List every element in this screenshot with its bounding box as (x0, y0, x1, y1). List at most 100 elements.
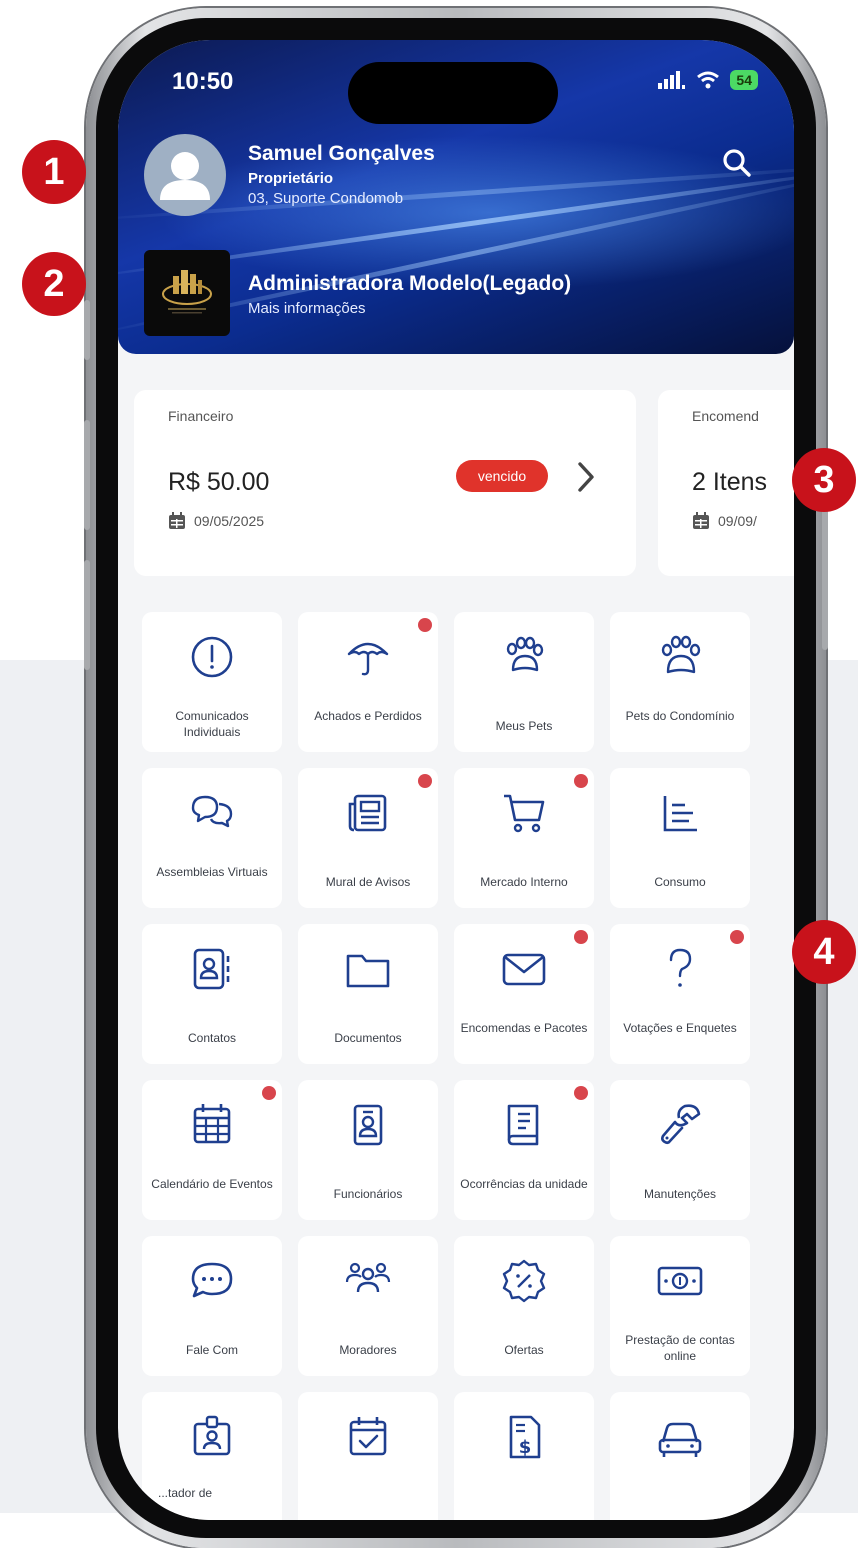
exclamation-circle-icon (187, 632, 237, 682)
menu-tile-label: Funcionários (333, 1187, 403, 1201)
admin-more-info-link[interactable]: Mais informações (248, 300, 366, 317)
partial-tile-label: ...tador de (158, 1486, 213, 1500)
menu-tile-label: Manutenções (643, 1187, 717, 1201)
notification-dot (262, 1086, 276, 1100)
callout-4: 4 (792, 920, 856, 984)
financial-card[interactable]: Financeiro R$ 50.00 vencido 09/05/2025 (134, 390, 636, 576)
packages-date: 09/09/ (692, 512, 757, 530)
packages-card[interactable]: Encomend 2 Itens 09/09/ (658, 390, 794, 576)
menu-tile-label: Fale Com (185, 1343, 238, 1357)
visitor-badge-icon (187, 1412, 237, 1462)
menu-tile[interactable]: Funcionários (298, 1080, 438, 1220)
menu-tile[interactable]: Votações e Enquetes (610, 924, 750, 1064)
status-icons: 54 (658, 70, 758, 90)
menu-tile[interactable]: Calendário de Eventos (142, 1080, 282, 1220)
menu-tile[interactable]: Consumo (610, 768, 750, 908)
menu-tile-label: Consumo (654, 875, 706, 889)
chat-bubbles-icon (187, 788, 237, 838)
chevron-right-icon (578, 462, 594, 492)
menu-tile-label: Prestação de contas online (625, 1333, 735, 1363)
user-silhouette-icon (160, 152, 210, 200)
menu-tile[interactable]: Prestação de contas online (610, 1236, 750, 1376)
menu-tile[interactable]: $ (454, 1392, 594, 1520)
menu-tile-label: Meus Pets (495, 719, 553, 733)
envelope-icon (499, 944, 549, 994)
avatar[interactable] (144, 134, 226, 216)
banknote-icon (655, 1256, 705, 1306)
contacts-book-icon (187, 944, 237, 994)
wrench-icon (655, 1100, 705, 1150)
admin-name[interactable]: Administradora Modelo(Legado) (248, 272, 571, 296)
menu-tile[interactable]: Contatos (142, 924, 282, 1064)
menu-tile[interactable]: Ofertas (454, 1236, 594, 1376)
menu-tile[interactable]: Manutenções (610, 1080, 750, 1220)
packages-count: 2 Itens (692, 468, 768, 496)
menu-tile[interactable]: Mural de Avisos (298, 768, 438, 908)
user-unit: 03, Suporte Condomob (248, 190, 404, 207)
menu-tile-label: Votações e Enquetes (623, 1021, 737, 1035)
notification-dot (730, 930, 744, 944)
volume-up-button (84, 420, 90, 530)
notification-dot (418, 618, 432, 632)
calendar-small-icon (693, 512, 709, 529)
calendar-check-icon (343, 1412, 393, 1462)
id-badge-icon (343, 1100, 393, 1150)
menu-tile[interactable]: Moradores (298, 1236, 438, 1376)
financial-open-button[interactable] (574, 460, 598, 499)
menu-tile[interactable]: Assembleias Virtuais (142, 768, 282, 908)
volume-down-button (84, 560, 90, 670)
calendar-icon (187, 1100, 237, 1150)
menu-tile-label: Mural de Avisos (325, 875, 411, 889)
dynamic-island (348, 62, 558, 124)
menu-tile[interactable]: Mercado Interno (454, 768, 594, 908)
menu-tile[interactable]: Meus Pets (454, 612, 594, 752)
paw-outline-icon (655, 632, 705, 682)
menu-tile[interactable] (610, 1392, 750, 1520)
menu-tile[interactable]: Ocorrências da unidade (454, 1080, 594, 1220)
chat-dots-icon (187, 1256, 237, 1306)
packages-date-text: 09/09/ (718, 513, 757, 529)
admin-logo[interactable] (144, 250, 230, 336)
svg-text:$: $ (519, 1437, 532, 1458)
mute-switch (84, 300, 90, 360)
financial-label: Financeiro (168, 408, 234, 424)
user-role: Proprietário (248, 170, 334, 187)
notification-dot (574, 774, 588, 788)
menu-tile-label: Pets do Condomínio (625, 709, 735, 723)
people-icon (343, 1256, 393, 1306)
menu-tile[interactable]: Comunicados Individuais (142, 612, 282, 752)
callout-2: 2 (22, 252, 86, 316)
notification-dot (574, 930, 588, 944)
menu-tile-label: Assembleias Virtuais (156, 865, 268, 879)
callout-3: 3 (792, 448, 856, 512)
financial-amount: R$ 50.00 (168, 468, 270, 496)
menu-tile[interactable]: Encomendas e Pacotes (454, 924, 594, 1064)
menu-tile[interactable]: Achados e Perdidos (298, 612, 438, 752)
discount-badge-icon (499, 1256, 549, 1306)
menu-tile[interactable]: Fale Com (142, 1236, 282, 1376)
folder-icon (343, 944, 393, 994)
invoice-icon: $ (499, 1412, 549, 1462)
menu-tile[interactable] (142, 1392, 282, 1520)
menu-tile-label: Achados e Perdidos (314, 709, 422, 723)
menu-tile-label: Moradores (339, 1343, 397, 1357)
search-button[interactable] (722, 148, 752, 183)
menu-tile-label: Documentos (334, 1031, 402, 1045)
menu-tile[interactable] (298, 1392, 438, 1520)
financial-date: 09/05/2025 (168, 512, 264, 530)
chart-lines-icon (655, 788, 705, 838)
wifi-icon (697, 71, 720, 89)
notification-dot (418, 774, 432, 788)
menu-tile[interactable]: Documentos (298, 924, 438, 1064)
menu-tile-label: Comunicados Individuais (175, 709, 249, 739)
menu-tile-label: Contatos (187, 1031, 237, 1045)
menu-tile-label: Encomendas e Pacotes (460, 1021, 588, 1035)
callout-1: 1 (22, 140, 86, 204)
menu-tile-label: Ocorrências da unidade (460, 1177, 588, 1191)
user-name: Samuel Gonçalves (248, 142, 435, 165)
menu-tile-label: Mercado Interno (480, 875, 568, 889)
book-icon (499, 1100, 549, 1150)
status-time: 10:50 (172, 68, 234, 95)
status-badge: vencido (456, 460, 548, 492)
menu-tile[interactable]: Pets do Condomínio (610, 612, 750, 752)
